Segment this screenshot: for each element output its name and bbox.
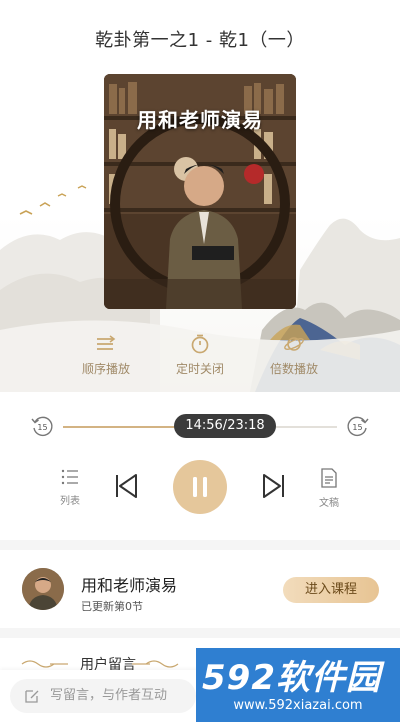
playback-speed-label: 倍数播放 (269, 362, 318, 376)
previous-track-button[interactable] (112, 472, 140, 500)
timer-icon (191, 334, 209, 354)
rewind-15-button[interactable]: 15 (30, 414, 54, 438)
playlist-label: 列表 (60, 496, 80, 507)
sequential-play-button[interactable]: 顺序播放 (66, 334, 146, 377)
skip-next-icon (263, 474, 284, 498)
list-icon (61, 469, 78, 485)
decorative-cloud-left-icon (21, 660, 68, 668)
skip-previous-icon (116, 474, 137, 498)
transcript-label: 文稿 (319, 498, 339, 509)
comment-placeholder: 写留言，与作者互动 (50, 688, 168, 703)
transcript-button[interactable]: 文稿 (314, 468, 344, 509)
document-icon (321, 468, 337, 488)
rewind-15-label: 15 (37, 423, 47, 432)
decorative-cloud-right-icon (132, 660, 179, 668)
track-title: 乾卦第一之1 - 乾1（一） (95, 30, 305, 51)
next-track-button[interactable] (260, 472, 288, 500)
cover-title: 用和老师演易 (137, 108, 263, 132)
rewind-15-icon: 15 (31, 416, 53, 437)
author-name[interactable]: 用和老师演易 (81, 572, 177, 596)
watermark-url: www.592xiazai.com (233, 698, 363, 713)
sleep-timer-button[interactable]: 定时关闭 (160, 334, 240, 377)
forward-15-icon: 15 (347, 416, 369, 437)
watermark-title: 592软件园 (202, 658, 381, 698)
playback-speed-icon (284, 337, 304, 351)
author-update-status: 已更新第0节 (81, 600, 143, 613)
forward-15-label: 15 (352, 423, 362, 432)
course-cover-image: 用和老师演易 (104, 74, 296, 309)
pause-button[interactable] (173, 460, 227, 514)
sequential-play-icon (97, 335, 116, 350)
forward-15-button[interactable]: 15 (346, 414, 370, 438)
site-watermark: 592软件园 www.592xiazai.com (196, 648, 400, 722)
author-avatar[interactable] (22, 568, 64, 610)
progress-time-pill[interactable]: 14:56/23:18 (174, 414, 276, 438)
audio-player-page: 乾卦第一之1 - 乾1（一） 用和老师演易 顺序播放 定时关闭 倍数播放 15 … (0, 0, 400, 722)
playback-speed-button[interactable]: 倍数播放 (254, 334, 334, 377)
comment-input[interactable]: 写留言，与作者互动 (10, 679, 196, 713)
pause-icon (193, 477, 207, 497)
playlist-button[interactable]: 列表 (55, 468, 85, 507)
edit-icon (25, 690, 39, 703)
avatar-image (22, 568, 64, 610)
sleep-timer-label: 定时关闭 (175, 362, 224, 376)
section-divider (0, 540, 400, 550)
section-divider-2 (0, 628, 400, 638)
sequential-play-label: 顺序播放 (81, 362, 130, 376)
enter-course-button[interactable]: 进入课程 (283, 577, 379, 603)
